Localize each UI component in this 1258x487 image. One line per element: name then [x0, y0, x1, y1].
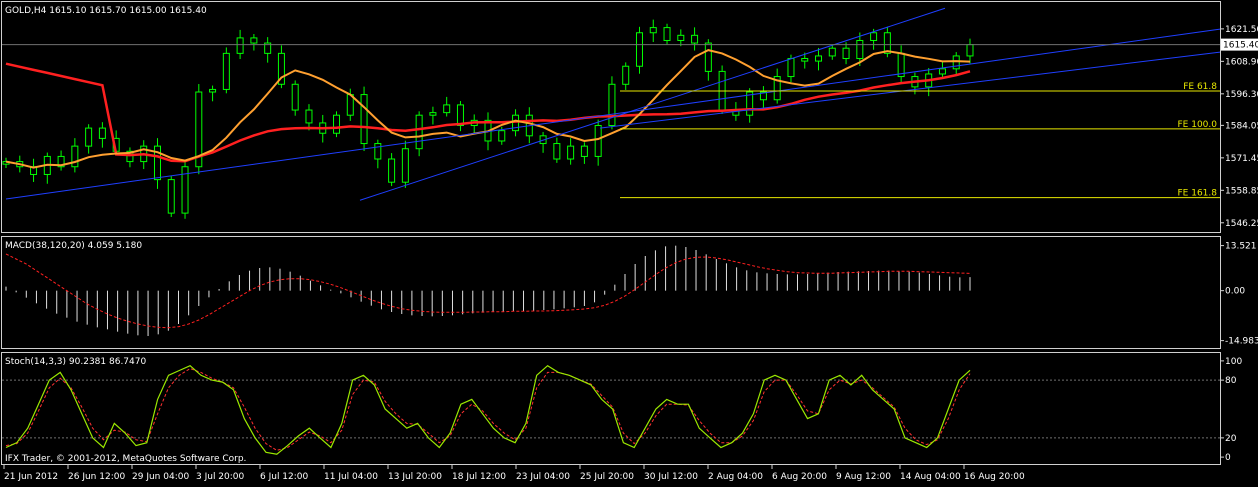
candle-body: [98, 127, 106, 139]
price-y-tick-label: 1571.45: [1225, 154, 1258, 164]
candle-body: [167, 179, 175, 214]
candle-body: [250, 37, 258, 44]
time-axis-label: 23 Jul 04:00: [516, 472, 570, 482]
time-axis-label: 26 Jun 12:00: [68, 472, 125, 482]
candle-body: [801, 58, 809, 62]
candle-body: [622, 65, 630, 85]
price-y-tick-label: 1621.50: [1225, 25, 1258, 35]
candle-body: [663, 27, 671, 41]
candle-body: [580, 145, 588, 157]
fibo-level-label: FE 161.8: [1178, 189, 1218, 199]
candle-body: [415, 114, 423, 150]
time-axis-label: 16 Aug 20:00: [964, 472, 1025, 482]
price-y-tick-label: 1584.05: [1225, 121, 1258, 131]
time-axis-label: 3 Jul 20:00: [196, 472, 245, 482]
candle-body: [71, 145, 79, 168]
time-axis-label: 21 Jun 2012: [4, 472, 58, 482]
candle-body: [677, 34, 685, 41]
candle-body: [608, 83, 616, 127]
candle-body: [815, 55, 823, 62]
candle-body: [236, 37, 244, 54]
chart-canvas[interactable]: 1621.50 1608.90 1596.30 1584.05 1571.45 1558.…: [0, 0, 1258, 483]
fibo-level-label: FE 100.0: [1178, 120, 1218, 130]
candle-body: [222, 52, 230, 90]
price-y-tick-label: 1546.25: [1225, 219, 1258, 229]
stoch-panel-title: Stoch(14,3,3) 90.2381 86.7470: [5, 357, 146, 367]
candle-body: [291, 83, 299, 111]
candle-body: [443, 104, 451, 114]
time-axis-label: 14 Aug 04:00: [900, 472, 961, 482]
candle-body: [305, 109, 313, 124]
time-axis-label: 2 Aug 04:00: [708, 472, 763, 482]
stoch-y-tick-label: 20: [1225, 434, 1237, 444]
candle-body: [966, 44, 974, 57]
candle-body: [870, 32, 878, 41]
candle-body: [691, 34, 699, 44]
macd-y-tick-label: 0.00: [1225, 287, 1245, 297]
time-axis-label: 6 Aug 20:00: [772, 472, 827, 482]
copyright-footer: IFX Trader, © 2001-2012, MetaQuotes Soft…: [5, 454, 246, 464]
chart-terminal[interactable]: 1621.50 1608.90 1596.30 1584.05 1571.45 1558.…: [0, 0, 1258, 483]
candle-body: [388, 158, 396, 183]
candle-body: [209, 88, 217, 93]
time-axis-label: 25 Jul 20:00: [580, 472, 634, 482]
current-price-label: 1615.40: [1223, 41, 1258, 51]
candle-body: [401, 148, 409, 183]
stoch-y-tick-label: 100: [1225, 357, 1242, 367]
candle-body: [952, 55, 960, 70]
candle-body: [456, 104, 464, 127]
macd-y-tick-label: 13.521: [1225, 242, 1257, 252]
candle-body: [594, 125, 602, 157]
candle-body: [567, 145, 575, 160]
stoch-y-tick-label: 80: [1225, 376, 1237, 386]
macd-panel-title: MACD(38,120,20) 4.059 5.180: [5, 241, 142, 251]
candle-body: [635, 32, 643, 67]
candle-body: [704, 42, 712, 72]
candle-body: [374, 143, 382, 160]
price-y-tick-label: 1558.85: [1225, 186, 1258, 196]
candle-body: [649, 27, 657, 34]
candle-body: [856, 39, 864, 60]
time-axis-label: 29 Jun 04:00: [132, 472, 189, 482]
time-axis-label: 9 Aug 12:00: [836, 472, 891, 482]
price-panel-title: GOLD,H4 1615.10 1615.70 1615.00 1615.40: [5, 6, 207, 16]
candle-body: [360, 94, 368, 145]
time-axis-label: 13 Jul 20:00: [388, 472, 442, 482]
time-axis-label: 11 Jul 04:00: [324, 472, 378, 482]
fibo-level-label: FE 61.8: [1183, 82, 1217, 92]
candle-body: [828, 47, 836, 57]
macd-y-tick-label: -14.983: [1225, 337, 1258, 347]
candle-body: [938, 68, 946, 75]
candle-body: [498, 130, 506, 142]
price-y-tick-label: 1608.90: [1225, 57, 1258, 67]
time-axis-label: 30 Jul 12:00: [644, 472, 698, 482]
time-axis-label: 18 Jul 12:00: [452, 472, 506, 482]
price-y-tick-label: 1596.30: [1225, 90, 1258, 100]
time-axis-label: 6 Jul 12:00: [260, 472, 309, 482]
candle-body: [787, 58, 795, 78]
candle-body: [553, 143, 561, 160]
candle-body: [842, 47, 850, 60]
stoch-y-tick-label: 0: [1225, 453, 1231, 463]
candle-body: [333, 114, 341, 134]
candle-body: [85, 127, 93, 147]
candle-body: [429, 112, 437, 116]
